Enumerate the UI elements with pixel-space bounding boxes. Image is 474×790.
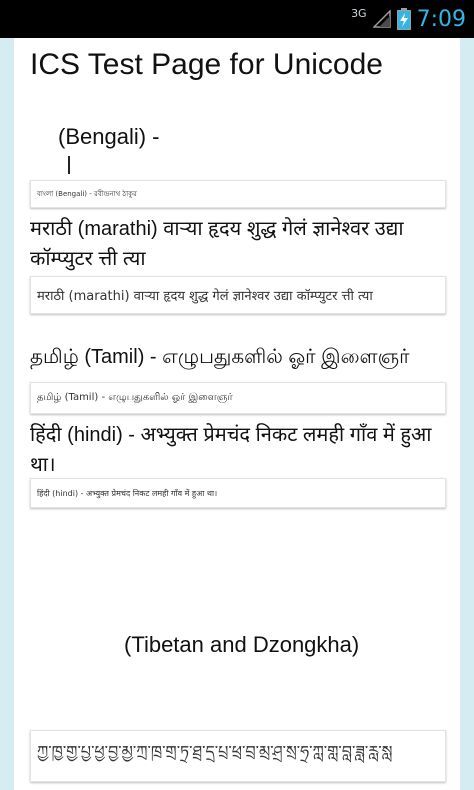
marathi-sample-image: मराठी (marathi) वाऱ्या हृदय शुद्ध गेलं ज…: [30, 276, 446, 314]
tibetan-sample-text: ཀྱ་ཁྱ་གྱ་པྱ་ཕྱ་བྱ་མྱ་ཀྲ་ཁྲ་གྲ་ཏྲ་ཐྲ་དྲ་པ…: [37, 741, 393, 761]
signal-icon: [372, 10, 391, 28]
hindi-label: हिंदी (hindi) - अभ्युक्त प्रेमचंद निकट ल…: [30, 424, 432, 476]
text-cursor: [68, 156, 70, 174]
bengali-label: (Bengali) -: [58, 124, 160, 149]
page-title: ICS Test Page for Unicode: [30, 48, 383, 81]
clock: 7:09: [416, 6, 466, 32]
network-type: 3G: [351, 6, 367, 20]
bengali-sample-text: বাংলা (Bengali) - রবীন্দ্রনাথ ঠাকুর: [37, 190, 137, 198]
tibetan-label: (Tibetan and Dzongkha): [124, 632, 360, 657]
tibetan-sample-image: ཀྱ་ཁྱ་གྱ་པྱ་ཕྱ་བྱ་མྱ་ཀྲ་ཁྲ་གྲ་ཏྲ་ཐྲ་དྲ་པ…: [30, 730, 446, 782]
tamil-sample-text: தமிழ் (Tamil) - எழுபதுகளில் ஓர் இளைஞர்: [37, 392, 233, 403]
hindi-sample-text: हिंदी (hindi) - अभ्युक्त प्रेमचंद निकट ल…: [37, 488, 218, 498]
battery-charging-icon: [396, 8, 411, 30]
marathi-label: मराठी (marathi) वाऱ्या हृदय शुद्ध गेलं ज…: [30, 218, 404, 270]
bengali-sample-image: বাংলা (Bengali) - রবীন্দ্রনাথ ঠাকুর: [30, 180, 446, 208]
status-bar: 3G 7:09: [0, 0, 474, 38]
tamil-label: தமிழ் (Tamil) - எழுபதுகளில் ஓர் இளைஞர்: [30, 346, 410, 368]
webview-page[interactable]: [0, 38, 474, 790]
marathi-sample-text: मराठी (marathi) वाऱ्या हृदय शुद्ध गेलं ज…: [37, 289, 373, 304]
page-left-margin: [0, 38, 14, 790]
status-icons: 3G 7:09: [351, 0, 466, 38]
tamil-sample-image: தமிழ் (Tamil) - எழுபதுகளில் ஓர் இளைஞர்: [30, 382, 446, 414]
hindi-sample-image: हिंदी (hindi) - अभ्युक्त प्रेमचंद निकट ल…: [30, 478, 446, 508]
page-right-margin: [460, 38, 474, 790]
